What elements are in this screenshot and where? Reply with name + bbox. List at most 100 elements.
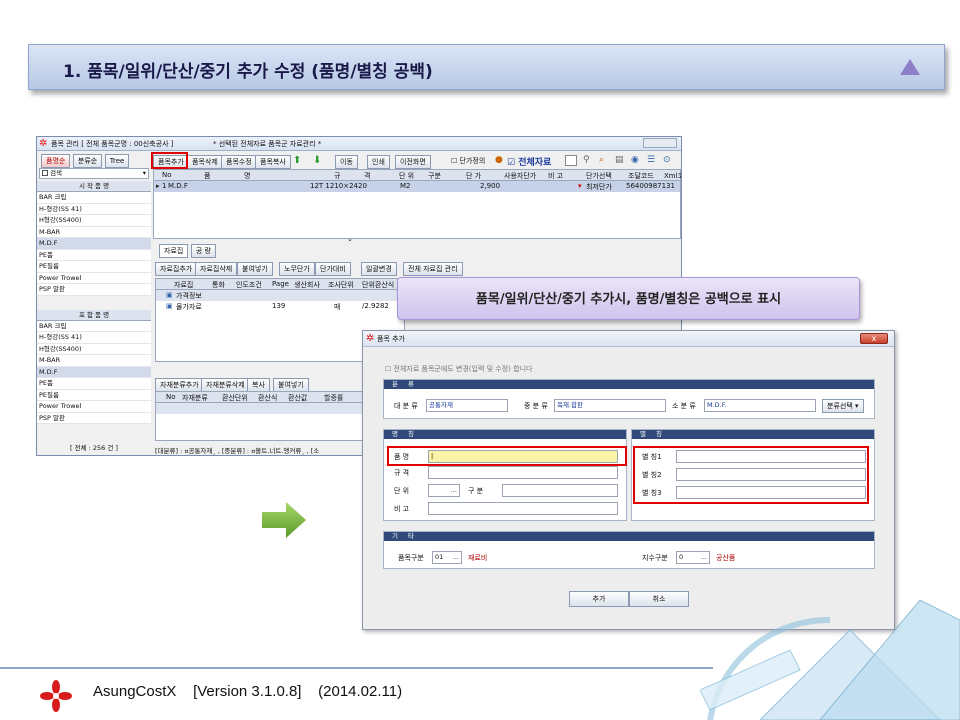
arrow-down-icon[interactable]: ⬇ — [313, 155, 321, 166]
prev-screen-button[interactable]: 이전화면 — [395, 155, 431, 169]
big-class-field[interactable]: 공통자재 — [426, 399, 508, 412]
copy-button[interactable]: 복사 — [247, 378, 270, 392]
close-button[interactable]: x — [860, 333, 888, 344]
list-item[interactable]: M.D.F — [37, 366, 151, 378]
remark-input[interactable] — [428, 502, 618, 515]
all-data-checkbox[interactable]: ☐ 전체자료 품목군에도 변경(입력 및 수정) 합니다 — [385, 364, 532, 374]
class-select-button[interactable]: 분류선택 ▾ — [822, 399, 864, 413]
highlight-item-name — [387, 446, 627, 466]
paste-button[interactable]: 붙여넣기 — [237, 262, 273, 276]
index-type-field[interactable]: 0... — [676, 551, 710, 564]
list-item[interactable]: H-형강(SS 41) — [37, 332, 151, 344]
spec-input[interactable] — [428, 466, 618, 479]
item-type-field[interactable]: 01... — [432, 551, 462, 564]
spec-label: 규 격 — [394, 469, 410, 477]
footer-date: (2014.02.11) — [318, 683, 403, 700]
add-button[interactable]: 추가 — [569, 591, 629, 607]
row-unit: M2 — [400, 182, 411, 190]
window-controls[interactable] — [643, 138, 677, 148]
list-item[interactable]: PE폼 — [37, 378, 151, 390]
cancel-button[interactable]: 취소 — [629, 591, 689, 607]
unit-price-check[interactable]: ☐ 단가정의 — [451, 156, 485, 166]
unit-input[interactable]: ... — [428, 484, 460, 497]
table-row[interactable]: ▸ 1 M.D.F 12T 1210×2420 M2 2,900 ▾ 최저단가 … — [154, 181, 680, 192]
move-button[interactable]: 이동 — [335, 155, 358, 169]
price-compare-button[interactable]: 단가대비 — [315, 262, 351, 276]
chevron-down-icon[interactable]: ⌄ — [347, 235, 353, 243]
bulk-change-button[interactable]: 일괄변경 — [361, 262, 397, 276]
unit-label: 단 위 — [394, 487, 410, 495]
col-data-set: 자료집 — [174, 281, 194, 289]
highlight-add-item — [151, 152, 188, 169]
table-row[interactable]: ▣ 가격정보 — [156, 290, 404, 301]
copy-item-button[interactable]: 품목복사 — [255, 155, 291, 169]
data-set-conv: /2.9282 — [362, 302, 389, 310]
unit-ellipsis[interactable]: ... — [451, 485, 457, 496]
total-count: [ 전체 : 256 건 ] — [70, 444, 118, 452]
list-item[interactable]: Power Trowel — [37, 272, 151, 284]
tab-labor[interactable]: 공 량 — [190, 244, 216, 258]
arrow-up-icon[interactable]: ⬆ — [293, 155, 301, 166]
color-box[interactable] — [565, 155, 577, 166]
all-data-check[interactable]: ☑ 전체자료 — [507, 155, 551, 168]
list-item[interactable]: H형강(SS400) — [37, 215, 151, 227]
item-grid: No 품 명 규 격 단 위 구분 단 가 사용자단가 비 고 단가선택 조달코… — [153, 169, 681, 239]
arrow-right-icon — [262, 502, 306, 538]
globe-icon[interactable]: ◉ — [631, 155, 639, 165]
list-item[interactable]: BAR 크립 — [37, 192, 151, 204]
data-set-unit: 매 — [334, 303, 341, 311]
chevron-down-icon[interactable]: ▾ — [143, 169, 146, 178]
list-item[interactable]: M.D.F — [37, 238, 151, 250]
search-checkbox[interactable] — [42, 170, 48, 176]
manage-all-data-sets-button[interactable]: 전체 자료집 관리 — [403, 262, 463, 276]
list-icon[interactable]: ☰ — [647, 155, 655, 165]
add-material-class-button[interactable]: 자재분류추가 — [155, 378, 204, 392]
tab-data-set[interactable]: 자료집 — [159, 244, 189, 258]
row-price-select: 최저단가 — [586, 183, 612, 191]
tab-tree[interactable]: Tree — [104, 154, 130, 168]
list-item[interactable]: PSP 말판 — [37, 412, 151, 424]
paste-button-2[interactable]: 붙여넣기 — [273, 378, 309, 392]
search-combo[interactable]: 검색 ▾ — [39, 168, 149, 179]
edit-item-button[interactable]: 품목수정 — [221, 155, 257, 169]
item-type-ellipsis[interactable]: ... — [453, 552, 459, 563]
col-supply-code: 조달코드 — [628, 172, 654, 180]
palette-icon[interactable]: ● — [495, 155, 503, 165]
col-price-select: 단가선택 — [586, 172, 612, 180]
search-icon[interactable]: ⚲ — [583, 155, 590, 165]
list-item[interactable]: PE폼 — [37, 249, 151, 261]
filter-icon[interactable]: ▤ — [615, 155, 624, 165]
all-data-checkbox-label: 전체자료 품목군에도 변경(입력 및 수정) 합니다 — [393, 365, 533, 373]
col-material-class: 자재분류 — [182, 394, 208, 402]
delete-material-class-button[interactable]: 자재분류삭제 — [201, 378, 250, 392]
list-item[interactable]: BAR 크립 — [37, 320, 151, 332]
include-name-list: BAR 크립 H-형강(SS 41) H형강(SS400) M-BAR M.D.F PE폼… — [37, 320, 151, 424]
delete-data-set-button[interactable]: 자료집삭제 — [195, 262, 238, 276]
row-no: 1 — [162, 182, 167, 190]
col-conv-formula: 환산식 — [258, 394, 278, 402]
col-user-price: 사용자단가 — [504, 172, 537, 180]
print-button[interactable]: 인쇄 — [367, 155, 390, 169]
item-type-value: 재료비 — [468, 554, 488, 562]
mid-class-field[interactable]: 목재.합판 — [554, 399, 666, 412]
delete-item-button[interactable]: 품목삭제 — [187, 155, 223, 169]
list-item[interactable]: Power Trowel — [37, 401, 151, 413]
table-row[interactable]: ▣ 물가자료 139 매 /2.9282 — [156, 301, 404, 312]
find-icon[interactable]: ⌕ — [599, 155, 604, 165]
list-item[interactable]: M-BAR — [37, 226, 151, 238]
expand-icon[interactable]: ⊙ — [663, 155, 671, 165]
tab-by-class[interactable]: 분류순 — [72, 154, 103, 168]
labor-price-button[interactable]: 노무단가 — [279, 262, 315, 276]
list-item[interactable]: PE필름 — [37, 389, 151, 401]
list-item[interactable]: PSP 말판 — [37, 284, 151, 296]
list-item[interactable]: H형강(SS400) — [37, 343, 151, 355]
small-class-field[interactable]: M.D.F. — [704, 399, 816, 412]
search-label: 검색 — [50, 169, 63, 177]
add-data-set-button[interactable]: 자료집추가 — [155, 262, 198, 276]
type-input[interactable] — [502, 484, 618, 497]
list-item[interactable]: H-형강(SS 41) — [37, 203, 151, 215]
list-item[interactable]: PE필름 — [37, 261, 151, 273]
index-type-ellipsis[interactable]: ... — [701, 552, 707, 563]
list-item[interactable]: M-BAR — [37, 355, 151, 367]
tab-by-name[interactable]: 품명순 — [41, 154, 71, 168]
